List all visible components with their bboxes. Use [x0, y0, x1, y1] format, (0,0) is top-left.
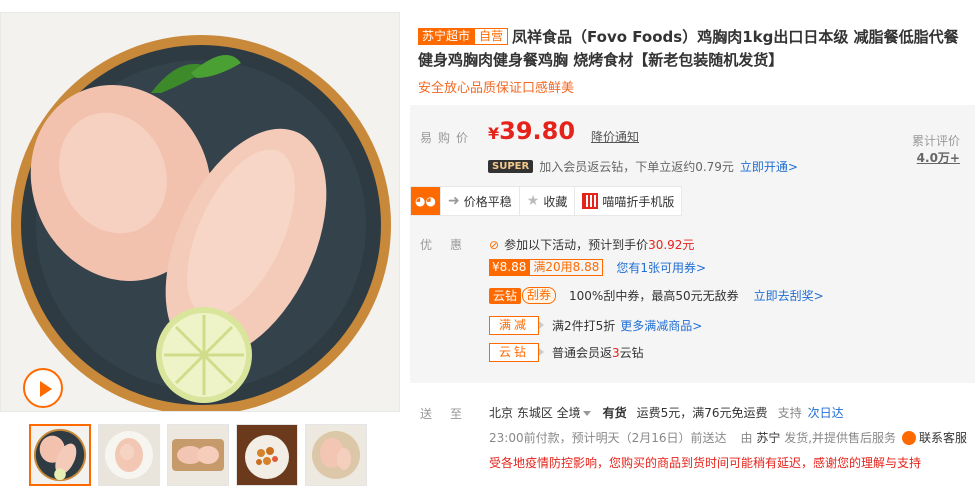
yunzuan-return-row: 云钻 普通会员返3云钻: [489, 343, 644, 362]
super-member-text: 加入会员返云钻，下单立返约0.79元: [539, 160, 734, 174]
open-membership-link[interactable]: 立即开通>: [740, 158, 798, 175]
review-count-link[interactable]: 4.0万+: [912, 150, 960, 167]
mascot-icon[interactable]: ◕◕: [411, 187, 441, 215]
yunzuan-return-text: 普通会员返3云钻: [552, 346, 644, 360]
eta-row: 23:00前付款，预计明天（2月16日）前送达 由 苏宁 发货,并提供售后服务 …: [489, 429, 967, 446]
scratch-coupon-row: 云钻 刮券 100%刮中券，最高50元无敌券 立即去刮奖>: [489, 287, 824, 304]
favorite-button[interactable]: ★ 收藏: [520, 187, 576, 215]
arrow-right-icon: ➜: [448, 193, 460, 209]
next-day-delivery-link[interactable]: 次日达: [808, 404, 844, 421]
thumbnail-strip: [29, 424, 367, 486]
currency-symbol: ¥: [488, 124, 500, 143]
current-price: ¥39.80: [488, 117, 575, 145]
activity-row: ⊘ 参加以下活动，预计到手价 30.92元: [489, 236, 694, 253]
contact-service-button[interactable]: 联系客服: [902, 429, 967, 446]
thumbnail-5[interactable]: [305, 424, 367, 486]
scratch-now-link[interactable]: 立即去刮奖>: [754, 287, 824, 304]
full-discount-text: 满2件打5折: [552, 319, 616, 333]
super-member-badge: SUPER: [488, 160, 534, 173]
coupon-row: ¥8.88 满20用8.88 您有1张可用券>: [489, 259, 706, 276]
self-operated-badge: 自营: [474, 28, 509, 45]
play-video-button[interactable]: [23, 368, 63, 408]
full-discount-tag: 满减: [489, 316, 545, 335]
mobile-version-button[interactable]: 喵喵折手机版: [575, 187, 681, 215]
promo-label: 优惠: [420, 238, 481, 252]
chevron-down-icon: [582, 411, 591, 416]
coupon-tag[interactable]: ¥8.88 满20用8.88: [489, 259, 604, 276]
suning-supermarket-badge: 苏宁超市: [418, 28, 475, 45]
location-selector[interactable]: 北京 东城区 全境: [489, 404, 591, 421]
product-subtitle: 安全放心品质保证口感鲜美: [418, 81, 575, 96]
discount-row: 满减 满2件打5折 更多满减商品>: [489, 316, 702, 335]
main-product-image[interactable]: [0, 12, 400, 412]
price-label: 易购价: [420, 131, 475, 145]
shipping-fee: 运费5元，满76元免运费: [636, 406, 768, 420]
activity-text: 参加以下活动，预计到手价: [504, 238, 649, 252]
price-drop-notify-link[interactable]: 降价通知: [591, 128, 639, 145]
activity-icon: ⊘: [489, 237, 500, 252]
qr-code-icon: [582, 193, 599, 209]
action-bar: ◕◕ ➜ 价格平稳 ★ 收藏 喵喵折手机版: [410, 186, 683, 216]
activity-price: 30.92元: [648, 238, 695, 252]
price-value: 39.80: [499, 117, 576, 145]
yunzuan-return-tag: 云钻: [489, 343, 545, 362]
price-trend-button[interactable]: ➜ 价格平稳: [441, 187, 520, 215]
delivery-row: 北京 东城区 全境 有货 运费5元，满76元免运费 支持 次日达: [489, 404, 844, 421]
review-summary: 累计评价 4.0万+: [912, 133, 960, 167]
more-discount-link[interactable]: 更多满减商品>: [620, 317, 702, 334]
seller-info: 由 苏宁 发货,并提供售后服务: [740, 431, 897, 445]
thumbnail-1[interactable]: [29, 424, 91, 486]
delivery-label: 送至: [420, 407, 481, 421]
thumbnail-4[interactable]: [236, 424, 298, 486]
product-title: 苏宁超市 自营 凤祥食品（Fovo Foods）鸡胸肉1kg出口日本级 减脂餐低脂代…: [418, 26, 970, 72]
thumbnail-2[interactable]: [98, 424, 160, 486]
super-member-row: SUPER 加入会员返云钻，下单立返约0.79元 立即开通>: [488, 158, 798, 175]
yunzuan-tag: 云钻: [489, 287, 522, 304]
customer-service-icon: [902, 430, 917, 445]
review-label: 累计评价: [911, 134, 960, 148]
thumbnail-3[interactable]: [167, 424, 229, 486]
delivery-eta: 23:00前付款，预计明天（2月16日）前送达: [489, 431, 727, 445]
stock-status: 有货: [602, 406, 627, 420]
scratch-tag: 刮券: [522, 287, 557, 304]
scratch-text: 100%刮中券，最高50元无敌券: [569, 289, 739, 303]
star-icon: ★: [526, 193, 540, 209]
available-coupon-link[interactable]: 您有1张可用券>: [616, 259, 706, 276]
epidemic-notice: 受各地疫情防控影响，您购买的商品到货时间可能稍有延迟，感谢您的理解与支持: [489, 456, 922, 470]
support-label: 支持: [777, 406, 802, 420]
